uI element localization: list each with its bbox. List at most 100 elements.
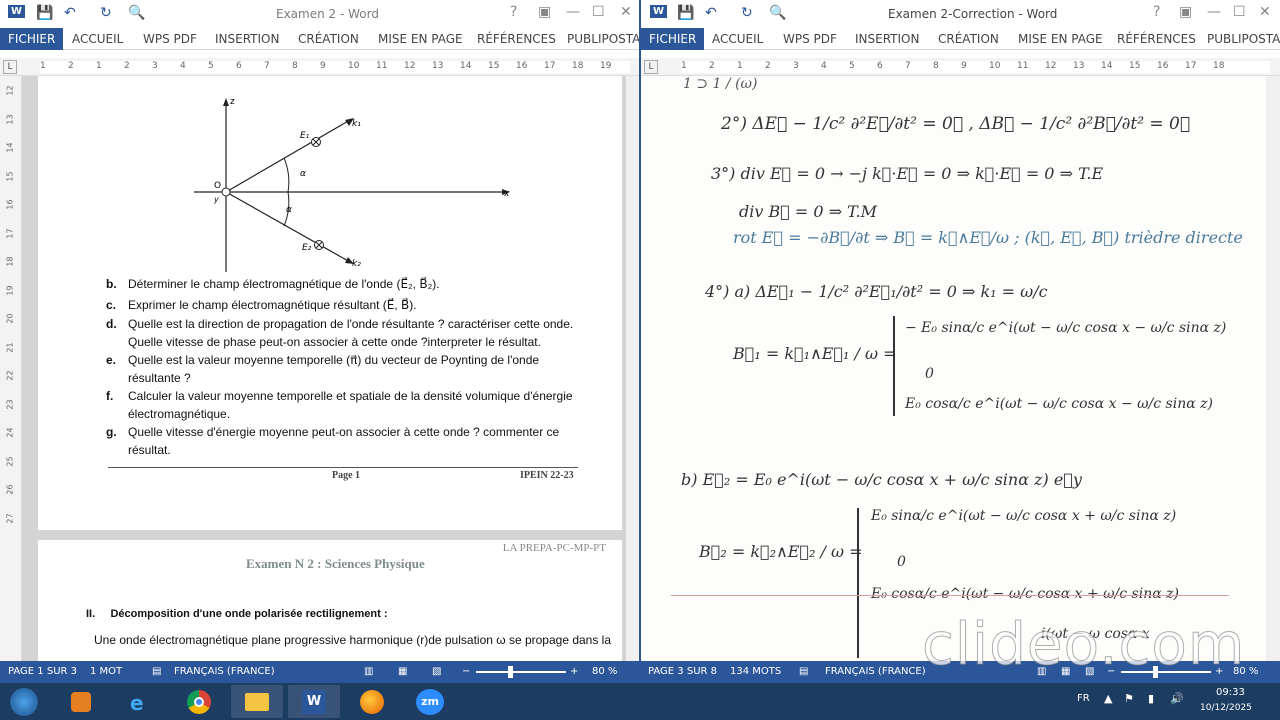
question-d: d. Quelle est la direction de propagation… [106, 317, 574, 331]
ruler-number: 2 [124, 61, 130, 71]
ruler-number: 18 [1213, 61, 1225, 71]
tab-fichier[interactable]: FICHIER [641, 28, 705, 50]
vertical-scrollbar[interactable] [626, 76, 640, 661]
taskbar-internet-explorer[interactable]: e [115, 685, 167, 718]
question-g: g. Quelle vitesse d'énergie moyenne peut-… [106, 425, 560, 439]
proofing-icon[interactable]: ▤ [799, 666, 808, 677]
tab-accueil[interactable]: ACCUEIL [712, 32, 763, 46]
hw-line-6: B⃗₁ = k⃗₁∧E⃗₁ / ω = [733, 344, 897, 363]
maximize-icon[interactable]: ☐ [1233, 4, 1246, 20]
print-layout-icon[interactable]: ▦ [398, 666, 407, 677]
zoom-in-icon[interactable]: + [570, 666, 578, 677]
taskbar-chrome[interactable] [173, 685, 225, 718]
taskbar-zoom[interactable]: zm [404, 685, 456, 718]
redo-icon[interactable]: ↻ [100, 5, 112, 21]
tab-references[interactable]: RÉFÉRENCES [1117, 32, 1196, 46]
action-center-icon[interactable]: ⚑ [1124, 692, 1134, 705]
page-2: LA PREPA-PC-MP-PT Examen N 2 : Sciences … [38, 540, 622, 661]
print-preview-icon[interactable]: 🔍 [128, 5, 145, 21]
word-count[interactable]: 134 MOTS [730, 666, 781, 677]
tab-selector[interactable]: L [3, 60, 17, 74]
print-preview-icon[interactable]: 🔍 [769, 5, 786, 21]
web-layout-icon[interactable]: ▧ [432, 666, 441, 677]
save-icon[interactable]: 💾 [36, 5, 53, 21]
ribbon-options-icon[interactable]: ▣ [538, 4, 551, 20]
k1-label: k₁ [352, 119, 361, 129]
taskbar-media-player[interactable] [55, 685, 107, 718]
language-indicator[interactable]: FR [1077, 693, 1090, 704]
show-hidden-icons[interactable]: ▲ [1104, 692, 1112, 705]
help-icon[interactable]: ? [1153, 4, 1160, 20]
ruler-number: 13 [1073, 61, 1085, 71]
hw-line-1: 2°) ΔE⃗ − 1/c² ∂²E⃗/∂t² = 0⃗ , ΔB⃗ − 1/c… [721, 114, 1191, 134]
tab-insertion[interactable]: INSERTION [215, 32, 279, 46]
read-mode-icon[interactable]: ▥ [364, 666, 373, 677]
minimize-icon[interactable]: — [566, 4, 580, 20]
tab-accueil[interactable]: ACCUEIL [72, 32, 123, 46]
horizontal-ruler[interactable]: L 1 2 1 2 3 4 5 6 7 8 9 10 11 12 13 14 15 16 17 18 19 [0, 58, 640, 76]
clock-time[interactable]: 09:33 [1216, 687, 1245, 698]
ruler-number: 14 [460, 61, 472, 71]
ruler-scale: 1 2 1 2 3 4 5 6 7 8 9 10 11 12 13 14 15 16 17 18 [681, 61, 1270, 73]
ruler-number: 5 [208, 61, 214, 71]
word-app-icon[interactable]: W [650, 5, 668, 18]
redo-icon[interactable]: ↻ [741, 5, 753, 21]
tab-fichier[interactable]: FICHIER [0, 28, 64, 50]
folder-icon [245, 693, 269, 711]
taskbar-firefox[interactable] [346, 685, 398, 718]
save-icon[interactable]: 💾 [677, 5, 694, 21]
ruler-number: 8 [292, 61, 298, 71]
document-area[interactable]: z x O y k₁ k₂ E₁ E₂ α α b. Déterminer le … [22, 76, 626, 661]
start-button[interactable] [0, 685, 48, 718]
minimize-icon[interactable]: — [1207, 4, 1221, 20]
close-icon[interactable]: ✕ [620, 4, 632, 20]
undo-icon[interactable]: ↶ [705, 5, 717, 21]
horizontal-ruler[interactable]: L 1 2 1 2 3 4 5 6 7 8 9 10 11 12 13 14 15 16 17 18 [641, 58, 1280, 76]
ruler-number: 6 [236, 61, 242, 71]
undo-icon[interactable]: ↶ [64, 5, 76, 21]
page-count[interactable]: PAGE 3 SUR 8 [648, 666, 717, 677]
tab-creation[interactable]: CRÉATION [938, 32, 999, 46]
ruler-number: 2 [709, 61, 715, 71]
tab-publipostage[interactable]: PUBLIPOSTA [567, 32, 640, 46]
zoom-slider-thumb[interactable] [508, 666, 513, 678]
vertical-scrollbar[interactable] [1266, 76, 1280, 661]
language-status[interactable]: FRANÇAIS (FRANCE) [825, 666, 926, 677]
page-header: LA PREPA-PC-MP-PT [502, 542, 606, 554]
tab-insertion[interactable]: INSERTION [855, 32, 919, 46]
tab-selector[interactable]: L [644, 60, 658, 74]
zoom-slider[interactable] [476, 671, 566, 673]
language-status[interactable]: FRANÇAIS (FRANCE) [174, 666, 275, 677]
taskbar-word[interactable]: W [288, 685, 340, 718]
word-app-icon[interactable]: W [8, 5, 26, 18]
document-area[interactable]: 1 ⊃ 1 / (ω) 2°) ΔE⃗ − 1/c² ∂²E⃗/∂t² = 0⃗… [641, 76, 1266, 661]
tab-references[interactable]: RÉFÉRENCES [477, 32, 556, 46]
ribbon-options-icon[interactable]: ▣ [1179, 4, 1192, 20]
network-icon[interactable]: ▮ [1148, 692, 1154, 705]
zoom-level[interactable]: 80 % [592, 666, 617, 677]
help-icon[interactable]: ? [510, 4, 517, 20]
tab-creation[interactable]: CRÉATION [298, 32, 359, 46]
tab-publipostage[interactable]: PUBLIPOSTA [1207, 32, 1280, 46]
maximize-icon[interactable]: ☐ [592, 4, 605, 20]
proofing-icon[interactable]: ▤ [152, 666, 161, 677]
tab-wps-pdf[interactable]: WPS PDF [783, 32, 837, 46]
alpha-label-2: α [286, 205, 292, 215]
exam-title: Examen N 2 : Sciences Physique [246, 556, 425, 571]
word-count[interactable]: 1 MOT [90, 666, 122, 677]
vruler-number: 18 [5, 256, 15, 267]
page-count[interactable]: PAGE 1 SUR 3 [8, 666, 77, 677]
tab-mise-en-page[interactable]: MISE EN PAGE [1018, 32, 1103, 46]
taskbar-file-explorer[interactable] [231, 685, 283, 718]
hw-line-14: E₀ cosα/c e^i(ωt − ω/c cosα x + ω/c sinα… [871, 586, 1179, 602]
tab-wps-pdf[interactable]: WPS PDF [143, 32, 197, 46]
close-icon[interactable]: ✕ [1259, 4, 1271, 20]
vruler-number: 15 [5, 170, 15, 182]
vertical-ruler: 12 13 14 15 16 17 18 19 20 21 22 23 24 25 26 27 [0, 76, 22, 661]
ruler-number: 15 [488, 61, 500, 71]
volume-icon[interactable]: 🔊 [1170, 692, 1184, 705]
zoom-out-icon[interactable]: − [462, 666, 470, 677]
tab-mise-en-page[interactable]: MISE EN PAGE [378, 32, 463, 46]
clock-date[interactable]: 10/12/2025 [1200, 703, 1252, 713]
vruler-number: 14 [5, 142, 15, 153]
